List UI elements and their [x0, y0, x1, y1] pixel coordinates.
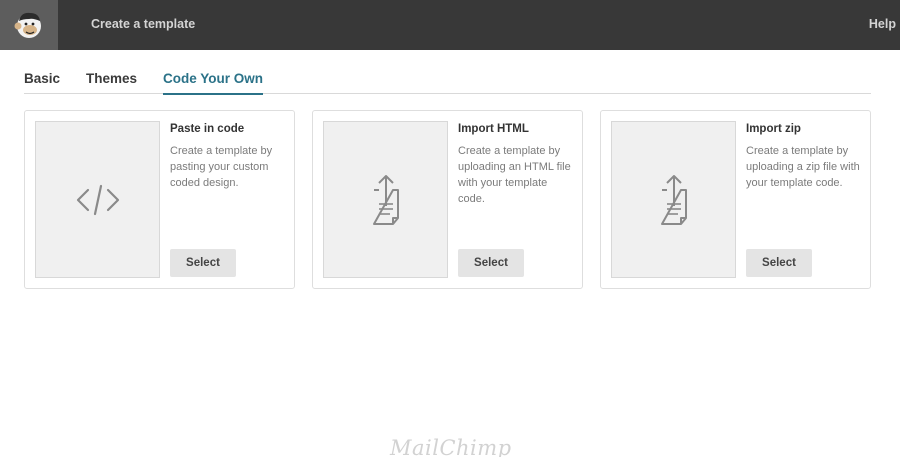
logo-button[interactable] — [0, 0, 58, 50]
card-description: Create a template by pasting your custom… — [170, 145, 273, 189]
tab-code-your-own[interactable]: Code Your Own — [163, 71, 264, 95]
code-icon — [76, 184, 119, 215]
page-title: Create a template — [91, 17, 196, 31]
import-html-card: Import HTML Create a template by uploadi… — [312, 110, 583, 289]
card-thumbnail — [35, 121, 160, 278]
template-tabs: Basic Themes Code Your Own — [24, 69, 871, 95]
select-paste-in-code-button[interactable]: Select — [170, 249, 236, 277]
import-zip-card: Import zip Create a template by uploadin… — [600, 110, 871, 289]
card-title: Import HTML — [458, 123, 529, 135]
select-import-zip-button[interactable]: Select — [746, 249, 812, 277]
chimp-logo-icon — [14, 12, 41, 38]
help-link[interactable]: Help — [869, 17, 896, 31]
card-thumbnail — [323, 121, 448, 278]
card-description: Create a template by uploading an HTML f… — [458, 145, 571, 205]
upload-file-icon — [372, 174, 399, 225]
card-title: Paste in code — [170, 123, 245, 135]
card-description: Create a template by uploading a zip fil… — [746, 145, 860, 189]
tab-basic[interactable]: Basic — [24, 71, 60, 94]
select-import-html-button[interactable]: Select — [458, 249, 524, 277]
card-thumbnail — [611, 121, 736, 278]
upload-file-icon — [660, 174, 687, 225]
top-bar: Create a template Help — [0, 0, 900, 50]
footer-brand-logo: MailChimp — [390, 436, 512, 457]
card-title: Import zip — [746, 123, 801, 135]
tab-themes[interactable]: Themes — [86, 71, 137, 94]
paste-in-code-card: Paste in code Create a template by pasti… — [24, 110, 295, 289]
